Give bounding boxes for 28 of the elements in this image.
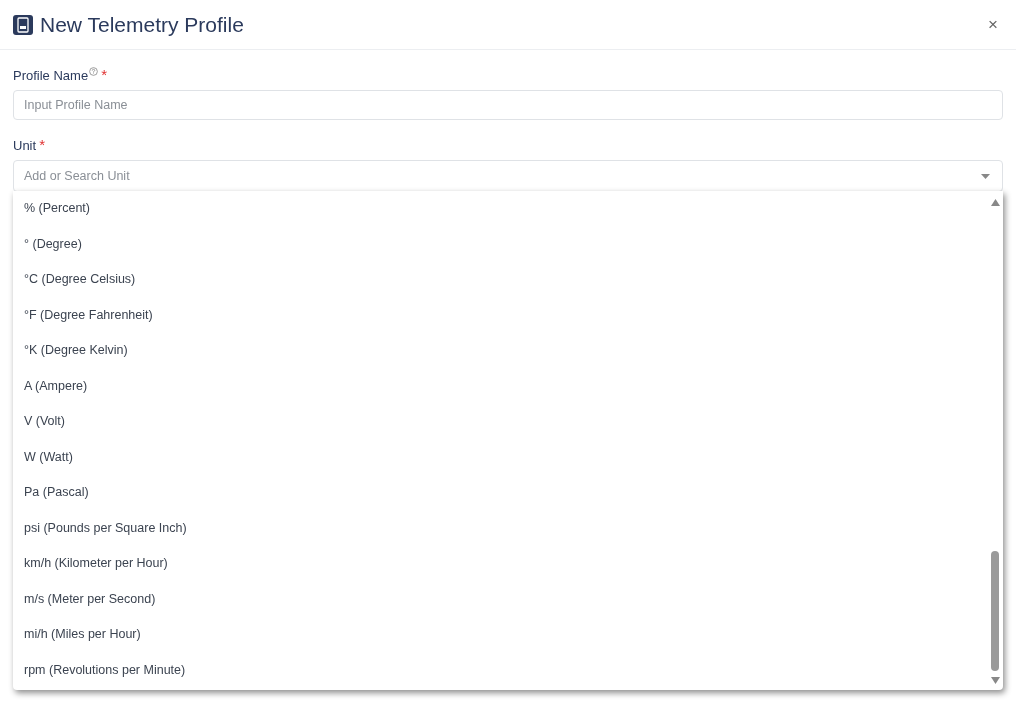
unit-option[interactable]: km/h (Kilometer per Hour) (13, 546, 987, 582)
unit-option[interactable]: A (Ampere) (13, 368, 987, 404)
field-label: Profile Name (13, 68, 89, 83)
device-icon (13, 14, 33, 35)
unit-option[interactable]: psi (Pounds per Square Inch) (13, 510, 987, 546)
unit-option[interactable]: °C (Degree Celsius) (13, 262, 987, 298)
unit-option[interactable]: ° (Degree) (13, 226, 987, 262)
unit-option[interactable]: °F (Degree Fahrenheit) (13, 297, 987, 333)
field-label: Unit (13, 138, 37, 153)
unit-option[interactable]: mi/h (Miles per Hour) (13, 617, 987, 653)
help-icon (89, 67, 99, 76)
close-button[interactable]: × (983, 14, 1003, 35)
scroll-down-icon[interactable] (990, 677, 1000, 684)
unit-option[interactable]: Pa (Pascal) (13, 475, 987, 511)
required-mark: * (39, 136, 45, 153)
scroll-thumb[interactable] (991, 551, 999, 671)
input-field[interactable]: Input Profile Name (13, 90, 1003, 120)
unit-option[interactable]: W (Watt) (13, 439, 987, 475)
unit-option[interactable]: °K (Degree Kelvin) (13, 333, 987, 369)
unit-option[interactable]: % (Percent) (13, 191, 987, 227)
dialog-title: New Telemetry Profile (40, 12, 244, 37)
unit-option[interactable]: m/s (Meter per Second) (13, 581, 987, 617)
scroll-up-icon[interactable] (990, 199, 1000, 206)
caret-icon (981, 174, 990, 179)
unit-option[interactable]: V (Volt) (13, 404, 987, 440)
unit-option[interactable]: rpm (Revolutions per Minute) (13, 652, 987, 688)
required-mark: * (101, 66, 107, 83)
unit-select[interactable]: Add or Search Unit (13, 160, 1003, 192)
